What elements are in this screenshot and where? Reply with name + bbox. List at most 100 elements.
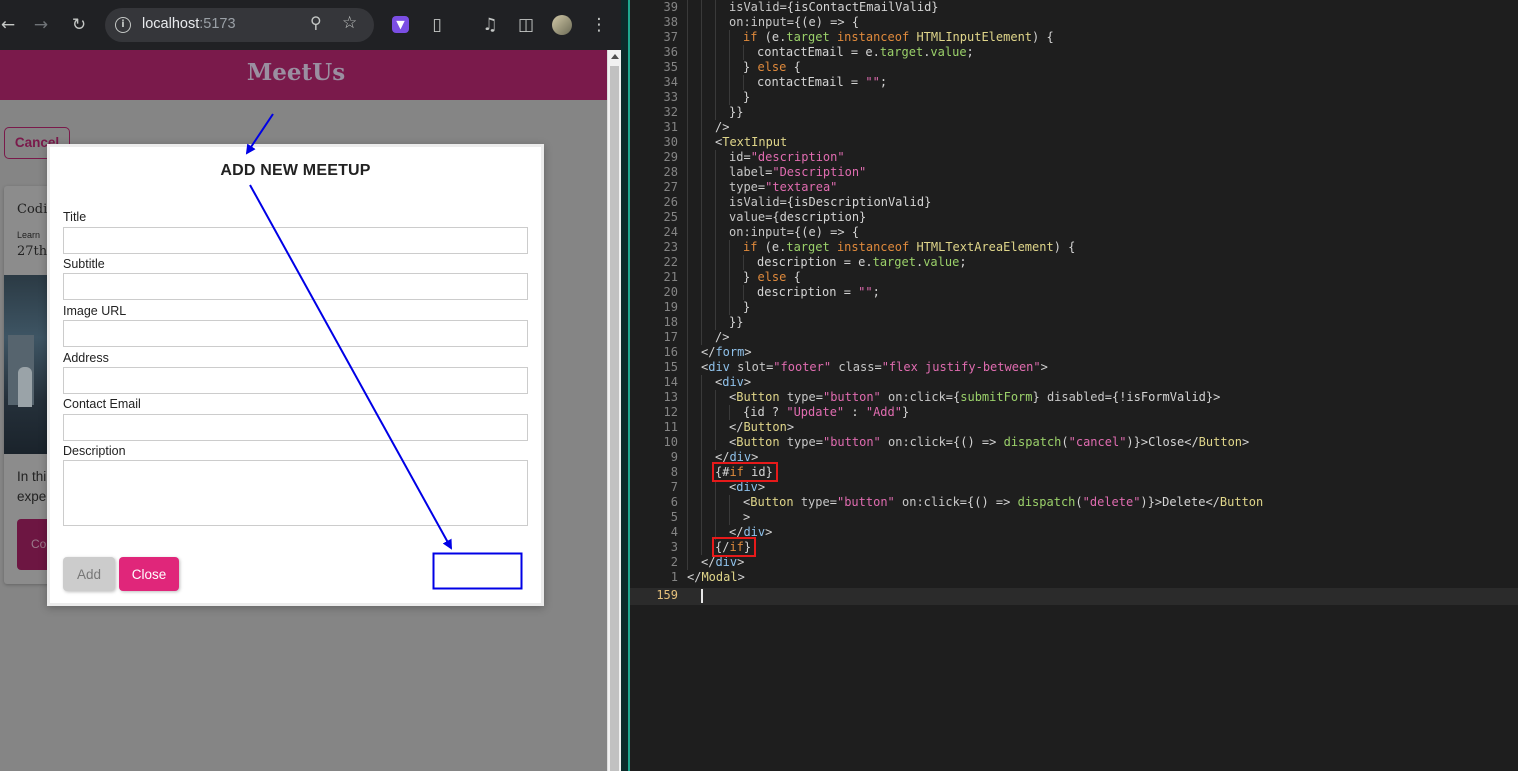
address-bar[interactable]: i localhost:5173 ⚲ ☆ — [105, 8, 374, 42]
code-line[interactable]: 34 contactEmail = ""; — [630, 75, 1518, 90]
code-line[interactable]: 2 </div> — [630, 555, 1518, 570]
code-line[interactable]: 18}} — [630, 315, 1518, 330]
code-text[interactable]: description = ""; — [757, 285, 880, 300]
back-icon[interactable]: ← — [0, 12, 21, 38]
code-text[interactable]: > — [743, 510, 750, 525]
code-text[interactable]: </Modal> — [687, 570, 745, 585]
code-text[interactable]: value={description} — [729, 210, 866, 225]
code-text[interactable]: </div> — [701, 555, 744, 570]
contact-email-input[interactable] — [63, 414, 528, 441]
code-line[interactable]: 6 <Button type="button" on:click={() => d… — [630, 495, 1518, 510]
code-line[interactable]: 32}} — [630, 105, 1518, 120]
code-line[interactable]: 27 type="textarea" — [630, 180, 1518, 195]
code-line[interactable]: 14 <div> — [630, 375, 1518, 390]
code-line[interactable]: 26 isValid={isDescriptionValid} — [630, 195, 1518, 210]
code-text[interactable]: isValid={isDescriptionValid} — [729, 195, 931, 210]
code-line[interactable]: 13 <Button type="button" on:click={submit… — [630, 390, 1518, 405]
code-line[interactable]: 3 {/if} — [630, 540, 1518, 555]
code-line[interactable]: 19} — [630, 300, 1518, 315]
code-text[interactable]: on:input={(e) => { — [729, 15, 859, 30]
description-textarea[interactable] — [63, 460, 528, 526]
subtitle-input[interactable] — [63, 273, 528, 300]
code-text[interactable]: if (e.target instanceof HTMLTextAreaElem… — [743, 240, 1075, 255]
code-line[interactable]: 12 {id ? "Update" : "Add"} — [630, 405, 1518, 420]
code-text[interactable]: <div> — [715, 375, 751, 390]
code-text[interactable]: /> — [715, 330, 729, 345]
code-line[interactable]: 21} else { — [630, 270, 1518, 285]
puzzle-icon[interactable]: ▯ — [424, 12, 450, 38]
code-line[interactable]: 30 <TextInput — [630, 135, 1518, 150]
media-icon[interactable]: ♫ — [477, 12, 503, 38]
code-text[interactable]: contactEmail = ""; — [757, 75, 887, 90]
code-line[interactable]: 29 id="description" — [630, 150, 1518, 165]
extension-icon[interactable]: ▼ — [392, 16, 409, 33]
code-line[interactable]: 39 isValid={isContactEmailValid} — [630, 0, 1518, 15]
code-text[interactable]: <Button type="button" on:click={submitFo… — [729, 390, 1220, 405]
code-text[interactable]: on:input={(e) => { — [729, 225, 859, 240]
code-text[interactable]: contactEmail = e.target.value; — [757, 45, 974, 60]
code-line[interactable]: 11 </Button> — [630, 420, 1518, 435]
code-line[interactable]: 15 <div slot="footer" class="flex justify… — [630, 360, 1518, 375]
code-text[interactable]: } else { — [743, 270, 801, 285]
reload-icon[interactable]: ↻ — [66, 12, 92, 38]
code-line[interactable]: 25 value={description} — [630, 210, 1518, 225]
profile-icon[interactable] — [552, 15, 572, 35]
scrollbar-thumb[interactable] — [610, 66, 619, 771]
code-line[interactable]: 33} — [630, 90, 1518, 105]
code-text[interactable]: }} — [729, 315, 743, 330]
code-text[interactable]: description = e.target.value; — [757, 255, 967, 270]
code-text[interactable]: label="Description" — [729, 165, 866, 180]
code-text[interactable]: <div> — [729, 480, 765, 495]
sidepanel-icon[interactable]: ◫ — [513, 12, 539, 38]
code-line[interactable]: 7 <div> — [630, 480, 1518, 495]
code-line[interactable]: 36 contactEmail = e.target.value; — [630, 45, 1518, 60]
code-line[interactable]: 5 > — [630, 510, 1518, 525]
code-text[interactable]: type="textarea" — [729, 180, 837, 195]
code-text[interactable]: } — [743, 90, 750, 105]
code-line[interactable]: 35} else { — [630, 60, 1518, 75]
title-input[interactable] — [63, 227, 528, 254]
page-scrollbar[interactable] — [607, 50, 621, 771]
current-line[interactable]: 159 — [630, 588, 1518, 605]
code-text[interactable]: <div slot="footer" class="flex justify-b… — [701, 360, 1048, 375]
code-text[interactable]: } else { — [743, 60, 801, 75]
code-line[interactable]: 17 /> — [630, 330, 1518, 345]
code-line[interactable]: 20 description = ""; — [630, 285, 1518, 300]
code-line[interactable]: 4 </div> — [630, 525, 1518, 540]
code-line[interactable]: 1 </Modal> — [630, 570, 1518, 585]
code-line[interactable]: 23 if (e.target instanceof HTMLTextAreaEl… — [630, 240, 1518, 255]
code-text[interactable]: <Button type="button" on:click={() => di… — [729, 435, 1249, 450]
code-text[interactable]: id="description" — [729, 150, 845, 165]
star-icon[interactable]: ☆ — [342, 13, 357, 33]
code-text[interactable]: </Button> — [729, 420, 794, 435]
code-text[interactable]: isValid={isContactEmailValid} — [729, 0, 939, 15]
close-button[interactable]: Close — [119, 557, 179, 591]
forward-icon[interactable]: → — [28, 12, 54, 38]
image-url-input[interactable] — [63, 320, 528, 347]
code-text[interactable]: }} — [729, 105, 743, 120]
code-text[interactable]: /> — [715, 120, 729, 135]
scroll-up-arrow-icon[interactable] — [611, 54, 619, 59]
add-button[interactable]: Add — [63, 557, 115, 591]
code-line[interactable]: 31 /> — [630, 120, 1518, 135]
code-line[interactable]: 22 description = e.target.value; — [630, 255, 1518, 270]
code-text[interactable]: if (e.target instanceof HTMLInputElement… — [743, 30, 1054, 45]
code-text[interactable]: <Button type="button" on:click={() => di… — [743, 495, 1263, 510]
zoom-icon[interactable]: ⚲ — [310, 13, 322, 32]
code-line[interactable]: 28 label="Description" — [630, 165, 1518, 180]
code-line[interactable]: 10 <Button type="button" on:click={() => … — [630, 435, 1518, 450]
url-text[interactable]: localhost:5173 — [142, 16, 236, 32]
code-editor[interactable]: 39 isValid={isContactEmailValid} 38 on:inpu… — [621, 0, 1518, 771]
code-text[interactable]: } — [743, 300, 750, 315]
address-input[interactable] — [63, 367, 528, 394]
code-line[interactable]: 38 on:input={(e) => { — [630, 15, 1518, 30]
code-line[interactable]: 24 on:input={(e) => { — [630, 225, 1518, 240]
code-text[interactable]: </form> — [701, 345, 752, 360]
code-text[interactable]: {id ? "Update" : "Add"} — [743, 405, 909, 420]
code-line[interactable]: 16 </form> — [630, 345, 1518, 360]
code-line[interactable]: 37 if (e.target instanceof HTMLInputEleme… — [630, 30, 1518, 45]
info-icon[interactable]: i — [115, 17, 131, 33]
menu-icon[interactable]: ⋮ — [586, 12, 612, 38]
code-text[interactable]: <TextInput — [715, 135, 787, 150]
code-area[interactable]: 39 isValid={isContactEmailValid} 38 on:inpu… — [630, 0, 1518, 771]
